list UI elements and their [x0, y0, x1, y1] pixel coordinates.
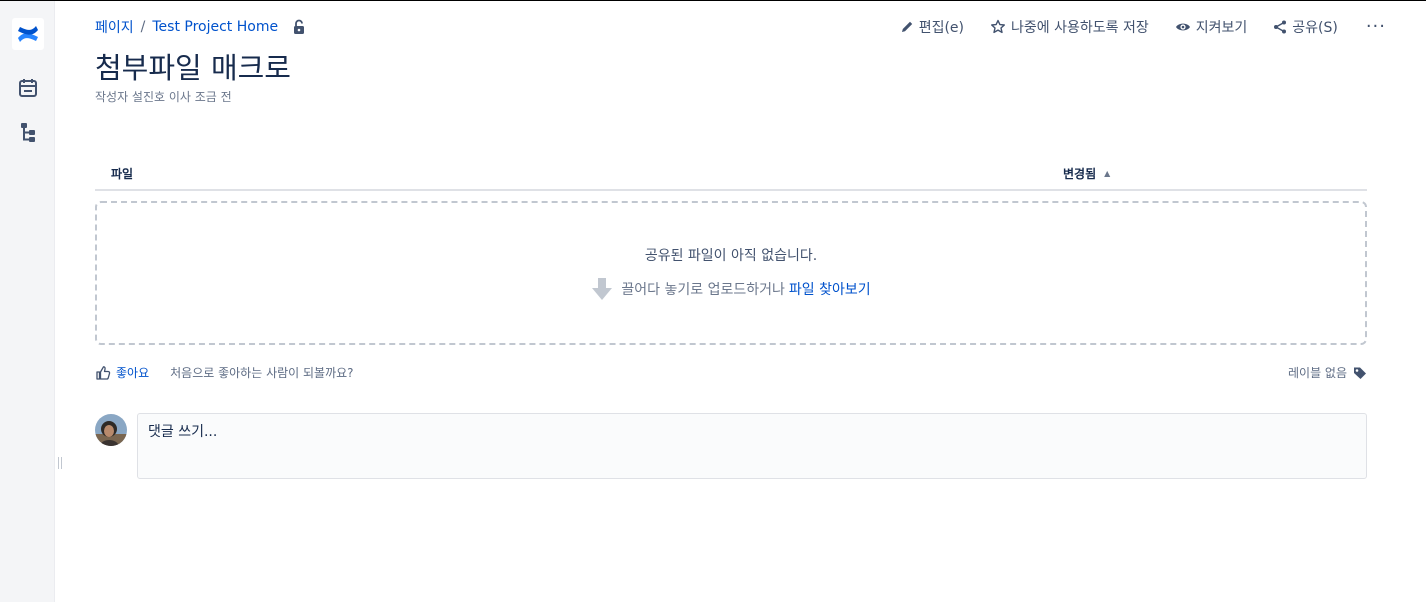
column-header-modified[interactable]: 변경됨 ▲ — [1063, 165, 1110, 182]
column-header-modified-label: 변경됨 — [1063, 167, 1097, 181]
no-files-message: 공유된 파일이 아직 없습니다. — [644, 248, 818, 264]
eye-icon — [1175, 23, 1190, 30]
page-title: 첨부파일 매크로 — [95, 51, 291, 85]
edit-button[interactable]: 편집(e) — [900, 17, 964, 37]
like-button[interactable]: 좋아요 — [95, 364, 149, 381]
no-labels-text: 레이블 없음 — [1287, 366, 1347, 380]
share-button[interactable]: 공유(S) — [1273, 17, 1338, 37]
user-avatar-image — [95, 414, 127, 446]
upload-hint: 끌어다 놓기로 업로드하거나 파일 찾아보기 — [97, 277, 1365, 301]
calendar-icon[interactable] — [17, 77, 39, 99]
sort-ascending-icon: ▲ — [1104, 169, 1111, 178]
watch-label: 지켜보기 — [1195, 19, 1248, 36]
confluence-logo-icon[interactable] — [12, 18, 44, 50]
label-tag-icon — [1354, 367, 1366, 379]
unlock-icon[interactable] — [292, 19, 306, 35]
breadcrumb-page-link[interactable]: Test Project Home — [152, 19, 278, 35]
save-for-later-button[interactable]: 나중에 사용하도록 저장 — [990, 17, 1149, 37]
save-for-later-label: 나중에 사용하도록 저장 — [1011, 19, 1149, 36]
attachments-table-header: 파일 변경됨 ▲ — [95, 161, 1367, 191]
be-first-to-like-text: 처음으로 좋아하는 사람이 되볼까요? — [170, 366, 354, 380]
like-section: 좋아요 처음으로 좋아하는 사람이 되볼까요? — [95, 364, 354, 381]
more-actions-button[interactable]: ··· — [1366, 16, 1386, 37]
browse-files-link[interactable]: 파일 찾아보기 — [789, 279, 871, 299]
edit-label: 편집(e) — [918, 19, 965, 36]
pencil-icon — [901, 21, 912, 32]
star-icon — [991, 19, 1006, 33]
page-byline: 작성자 설진호 이사 조금 전 — [95, 90, 232, 104]
sidebar-resize-handle-icon[interactable] — [57, 456, 63, 470]
share-label: 공유(S) — [1292, 19, 1338, 36]
breadcrumb: 페이지 / Test Project Home — [95, 17, 306, 37]
download-arrow-icon — [592, 278, 613, 300]
comment-input[interactable]: 댓글 쓰기... — [137, 413, 1367, 479]
upload-hint-text: 끌어다 놓기로 업로드하거나 — [621, 282, 785, 298]
page-actions: 편집(e) 나중에 사용하도록 저장 지켜보기 공유(S) ··· — [874, 16, 1386, 37]
column-header-file[interactable]: 파일 — [111, 165, 133, 182]
thumbs-up-icon — [96, 365, 111, 380]
user-avatar[interactable] — [95, 414, 127, 446]
labels-section[interactable]: 레이블 없음 — [1288, 364, 1367, 381]
like-label: 좋아요 — [116, 366, 150, 380]
file-drop-zone[interactable]: 공유된 파일이 아직 없습니다. 끌어다 놓기로 업로드하거나 파일 찾아보기 — [95, 201, 1367, 345]
breadcrumb-space-link[interactable]: 페이지 — [95, 17, 134, 37]
page-tree-icon[interactable] — [17, 121, 39, 143]
watch-button[interactable]: 지켜보기 — [1175, 17, 1248, 37]
share-icon — [1274, 20, 1287, 33]
breadcrumb-separator: / — [140, 19, 146, 35]
left-sidebar-rail — [0, 1, 62, 602]
